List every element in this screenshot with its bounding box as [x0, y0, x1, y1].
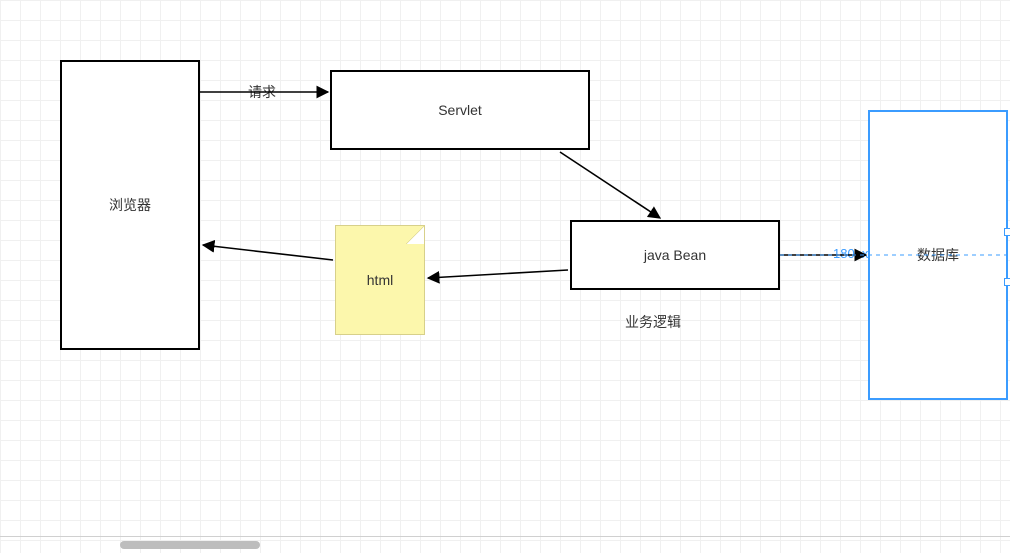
node-servlet-label: Servlet [438, 102, 482, 118]
diagram-canvas[interactable]: 浏览器 Servlet java Bean 业务逻辑 数据库 html 180p… [0, 0, 1010, 553]
node-browser[interactable]: 浏览器 [60, 60, 200, 350]
resize-handle-east[interactable] [1004, 228, 1010, 236]
horizontal-scrollbar-thumb[interactable] [120, 541, 260, 549]
node-database[interactable]: 数据库 [868, 110, 1008, 400]
node-html-label: html [367, 272, 393, 288]
node-database-label: 数据库 [917, 245, 959, 265]
node-html-note[interactable]: html [335, 225, 425, 335]
node-browser-label: 浏览器 [109, 195, 151, 215]
node-javabean-label: java Bean [644, 247, 706, 263]
edge-javabean-html [428, 270, 568, 278]
edge-request-label: 请求 [248, 82, 276, 102]
footer-divider [0, 536, 1010, 537]
note-fold-icon [406, 226, 424, 244]
edge-html-browser [203, 245, 333, 260]
node-javabean[interactable]: java Bean [570, 220, 780, 290]
node-servlet[interactable]: Servlet [330, 70, 590, 150]
resize-handle-east-2[interactable] [1004, 278, 1010, 286]
edge-servlet-javabean [560, 152, 660, 218]
javabean-caption: 业务逻辑 [625, 312, 681, 332]
guide-distance-label: 180px [833, 246, 868, 261]
